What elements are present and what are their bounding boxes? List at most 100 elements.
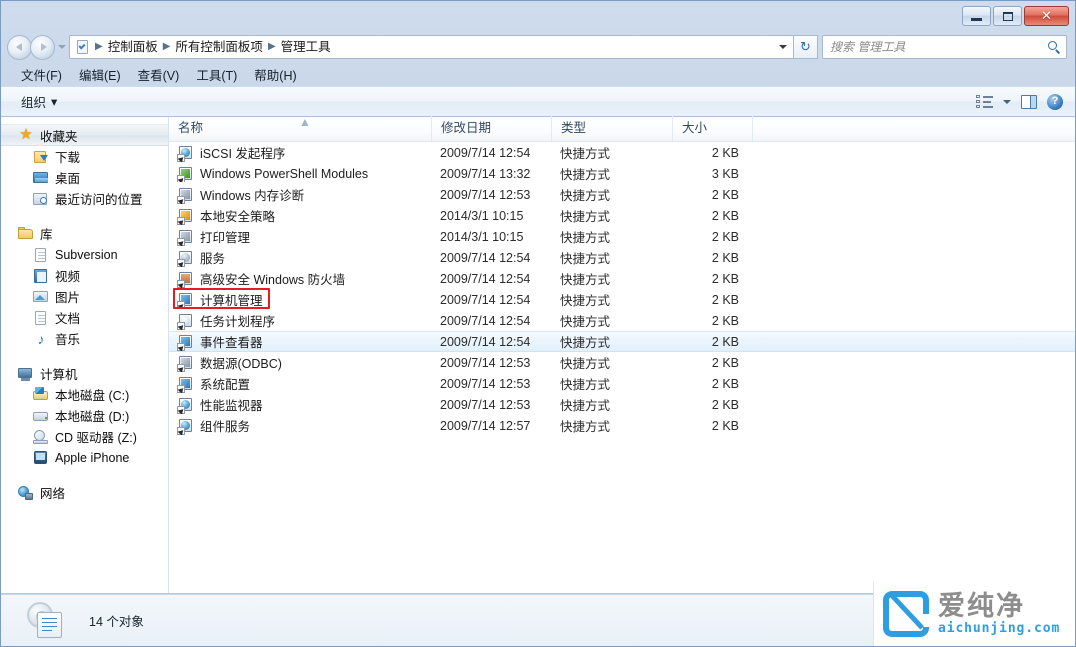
computer-icon xyxy=(18,366,34,382)
column-header-filler[interactable] xyxy=(752,116,812,141)
breadcrumb-separator[interactable]: ▶ xyxy=(267,36,277,58)
search-box[interactable] xyxy=(822,35,1067,59)
file-date-cell: 2009/7/14 12:54 xyxy=(431,335,551,349)
preview-pane-button[interactable] xyxy=(1017,90,1041,113)
sidebar-item-recent-places[interactable]: 最近访问的位置 xyxy=(1,188,168,209)
breadcrumb[interactable]: ▶ 控制面板 ▶ 所有控制面板项 ▶ 管理工具 xyxy=(69,35,794,59)
file-name-cell[interactable]: 数据源(ODBC) xyxy=(169,353,431,372)
forward-button[interactable] xyxy=(30,35,55,60)
table-row[interactable]: 本地安全策略2014/3/1 10:15快捷方式2 KB xyxy=(169,205,1075,226)
table-row[interactable]: 组件服务2009/7/14 12:57快捷方式2 KB xyxy=(169,415,1075,436)
sidebar-label: 视频 xyxy=(55,266,80,285)
sidebar-item-desktop[interactable]: 桌面 xyxy=(1,167,168,188)
file-type-cell: 快捷方式 xyxy=(551,290,672,309)
file-type-cell: 快捷方式 xyxy=(551,227,672,246)
table-row[interactable]: 系统配置2009/7/14 12:53快捷方式2 KB xyxy=(169,373,1075,394)
file-size-cell: 2 KB xyxy=(672,377,752,391)
file-name-cell[interactable]: 高级安全 Windows 防火墙 xyxy=(169,269,431,288)
file-name-cell[interactable]: 计算机管理 xyxy=(169,290,431,309)
file-rows[interactable]: iSCSI 发起程序2009/7/14 12:54快捷方式2 KBWindows… xyxy=(169,142,1075,593)
sidebar-item-documents[interactable]: 文档 xyxy=(1,307,168,328)
sidebar-label: Apple iPhone xyxy=(55,451,129,465)
recent-pages-button[interactable] xyxy=(55,35,69,60)
maximize-button[interactable] xyxy=(993,6,1022,26)
file-name-cell[interactable]: 性能监视器 xyxy=(169,395,431,414)
search-input[interactable] xyxy=(830,40,1047,54)
help-button[interactable]: ? xyxy=(1043,90,1067,113)
close-button[interactable]: ✕ xyxy=(1024,6,1069,26)
table-row[interactable]: 性能监视器2009/7/14 12:53快捷方式2 KB xyxy=(169,394,1075,415)
column-header-type[interactable]: 类型 xyxy=(551,116,672,141)
sidebar-item-videos[interactable]: 视频 xyxy=(1,265,168,286)
file-name-label: 服务 xyxy=(200,248,225,267)
star-icon: ★ xyxy=(18,127,34,143)
table-row[interactable]: 高级安全 Windows 防火墙2009/7/14 12:54快捷方式2 KB xyxy=(169,268,1075,289)
item-count-label: 14 个对象 xyxy=(89,611,144,630)
sidebar-item-libraries[interactable]: 库 xyxy=(1,223,168,244)
table-row[interactable]: Windows PowerShell Modules2009/7/14 13:3… xyxy=(169,163,1075,184)
file-name-cell[interactable]: 本地安全策略 xyxy=(169,206,431,225)
column-header-size[interactable]: 大小 xyxy=(672,116,752,141)
table-row[interactable]: 任务计划程序2009/7/14 12:54快捷方式2 KB xyxy=(169,310,1075,331)
search-icon[interactable] xyxy=(1047,40,1062,55)
change-view-button[interactable] xyxy=(972,90,997,113)
sidebar-item-pictures[interactable]: 图片 xyxy=(1,286,168,307)
file-name-cell[interactable]: 组件服务 xyxy=(169,416,431,435)
minimize-button[interactable] xyxy=(962,6,991,26)
file-name-cell[interactable]: 事件查看器 xyxy=(169,332,431,351)
breadcrumb-item-1[interactable]: 所有控制面板项 xyxy=(171,36,267,58)
menu-help[interactable]: 帮助(H) xyxy=(247,63,306,87)
sidebar-item-computer[interactable]: 计算机 xyxy=(1,363,168,384)
table-row[interactable]: iSCSI 发起程序2009/7/14 12:54快捷方式2 KB xyxy=(169,142,1075,163)
breadcrumb-separator[interactable]: ▶ xyxy=(162,36,172,58)
sidebar-item-drive-d[interactable]: 本地磁盘 (D:) xyxy=(1,405,168,426)
watermark-text: 爱纯净 aichunjing.com xyxy=(938,593,1060,635)
file-name-cell[interactable]: iSCSI 发起程序 xyxy=(169,143,431,162)
menu-bar: 文件(F) 编辑(E) 查看(V) 工具(T) 帮助(H) xyxy=(1,63,1075,86)
menu-edit[interactable]: 编辑(E) xyxy=(72,63,131,87)
sidebar-item-drive-c[interactable]: 本地磁盘 (C:) xyxy=(1,384,168,405)
column-header-date[interactable]: 修改日期 xyxy=(431,116,551,141)
sidebar-item-apple-iphone[interactable]: Apple iPhone xyxy=(1,447,168,468)
address-dropdown-button[interactable] xyxy=(775,36,791,58)
help-icon: ? xyxy=(1047,94,1063,110)
file-list-pane[interactable]: 名称 修改日期 类型 大小 ▲ iSCSI 发起程序2009/7/14 12:5… xyxy=(169,117,1075,593)
file-size-cell: 2 KB xyxy=(672,398,752,412)
file-name-cell[interactable]: Windows 内存诊断 xyxy=(169,185,431,204)
file-name-cell[interactable]: 任务计划程序 xyxy=(169,311,431,330)
back-button[interactable] xyxy=(7,35,32,60)
file-name-cell[interactable]: 打印管理 xyxy=(169,227,431,246)
file-name-cell[interactable]: Windows PowerShell Modules xyxy=(169,166,431,182)
table-row[interactable]: 事件查看器2009/7/14 12:54快捷方式2 KB xyxy=(169,331,1075,352)
file-name-cell[interactable]: 系统配置 xyxy=(169,374,431,393)
table-row[interactable]: 数据源(ODBC)2009/7/14 12:53快捷方式2 KB xyxy=(169,352,1075,373)
breadcrumb-item-0[interactable]: 控制面板 xyxy=(104,36,162,58)
sidebar-item-subversion[interactable]: Subversion xyxy=(1,244,168,265)
menu-file[interactable]: 文件(F) xyxy=(14,63,72,87)
menu-tools[interactable]: 工具(T) xyxy=(189,63,247,87)
sidebar-item-downloads[interactable]: 下载 xyxy=(1,146,168,167)
organize-button[interactable]: 组织 ▾ xyxy=(14,89,64,114)
view-dropdown-button[interactable] xyxy=(999,90,1015,113)
file-size-cell: 2 KB xyxy=(672,314,752,328)
table-row[interactable]: 计算机管理2009/7/14 12:54快捷方式2 KB xyxy=(169,289,1075,310)
chevron-down-icon xyxy=(1003,100,1011,104)
sidebar-item-favorites[interactable]: ★ 收藏夹 xyxy=(1,124,168,146)
sidebar-item-network[interactable]: 网络 xyxy=(1,482,168,503)
file-name-label: 打印管理 xyxy=(200,227,250,246)
refresh-button[interactable]: ↻ xyxy=(794,35,818,59)
file-date-cell: 2014/3/1 10:15 xyxy=(431,209,551,223)
file-name-cell[interactable]: 服务 xyxy=(169,248,431,267)
breadcrumb-item-2[interactable]: 管理工具 xyxy=(277,36,335,58)
sidebar-item-drive-z[interactable]: CD 驱动器 (Z:) xyxy=(1,426,168,447)
table-row[interactable]: 服务2009/7/14 12:54快捷方式2 KB xyxy=(169,247,1075,268)
navigation-pane[interactable]: ★ 收藏夹 下载 桌面 最近访问的位置 xyxy=(1,117,169,593)
command-bar: 组织 ▾ ? xyxy=(1,86,1075,117)
sidebar-item-music[interactable]: ♪ 音乐 xyxy=(1,328,168,349)
library-icon xyxy=(18,226,34,242)
table-row[interactable]: Windows 内存诊断2009/7/14 12:53快捷方式2 KB xyxy=(169,184,1075,205)
file-date-cell: 2009/7/14 12:53 xyxy=(431,188,551,202)
file-date-cell: 2009/7/14 13:32 xyxy=(431,167,551,181)
table-row[interactable]: 打印管理2014/3/1 10:15快捷方式2 KB xyxy=(169,226,1075,247)
menu-view[interactable]: 查看(V) xyxy=(131,63,190,87)
